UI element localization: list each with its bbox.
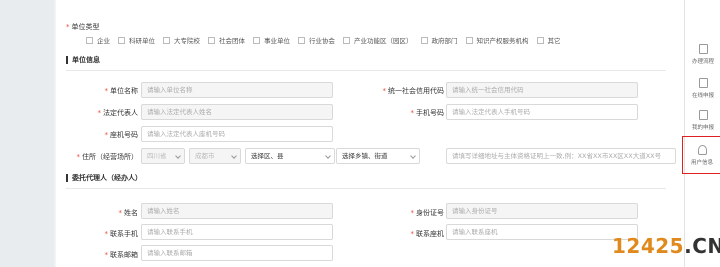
unit-type-option-8[interactable]: 知识产权服务机构: [465, 35, 529, 45]
agent-mobile-label: * 联系手机: [104, 230, 139, 238]
unit-type-option-label: 科研单位: [129, 37, 155, 45]
address-detail-input[interactable]: 请填写详细地址与主体资格证明上一致,例：XX省XX市XX区XX大道XX号: [446, 148, 676, 164]
unit-type-option-label: 社会团体: [219, 37, 245, 45]
sidebar-item-online-apply[interactable]: 在线申报: [685, 72, 720, 104]
sidebar-item-label: 办理流程: [691, 58, 714, 65]
agent-name-input[interactable]: 请输入姓名: [141, 203, 333, 219]
unit-type-label-text: 单位类型: [71, 23, 100, 31]
checkbox[interactable]: [86, 36, 93, 44]
list-icon: [698, 109, 708, 120]
unit-type-option-label: 政府部门: [431, 37, 458, 45]
unit-type-option-0[interactable]: 企业: [86, 35, 110, 45]
section-bar: [66, 56, 68, 64]
sidebar-item-process[interactable]: 办理流程: [685, 38, 720, 70]
sidebar-item-my-apply[interactable]: 我的申报: [685, 104, 720, 136]
unit-name-label: * 单位名称: [104, 87, 139, 95]
town-value: 选择乡镇、街道: [342, 152, 388, 160]
unit-type-option-2[interactable]: 大专院校: [163, 35, 200, 45]
sidebar-item-label: 在线申报: [691, 92, 714, 99]
sidebar-item-user-info[interactable]: 用户信息: [682, 136, 720, 174]
unit-type-option-label: 企业: [97, 37, 110, 45]
left-gutter: [0, 0, 54, 267]
id-number-input[interactable]: 请输入身份证号: [446, 203, 638, 219]
watermark-suffix: .CN: [684, 234, 720, 258]
unit-type-checkbox-group: 企业 科研单位 大专院校 社会团体 事业单位 行业协会 产业功能区（园区） 政府…: [86, 35, 569, 45]
unit-type-option-6[interactable]: 产业功能区（园区）: [343, 35, 413, 45]
province-value: 四川省: [147, 152, 167, 160]
checkbox[interactable]: [118, 36, 125, 44]
chevron-down-icon: [410, 153, 416, 159]
agent-name-label: * 姓名: [118, 209, 139, 217]
section-bar: [66, 174, 68, 182]
unit-name-input[interactable]: 请输入单位名称: [141, 82, 333, 98]
address-label: * 住所（经营场所）: [76, 153, 139, 161]
divider: [66, 70, 666, 71]
user-icon: [697, 144, 707, 155]
agent-email-label: * 联系邮箱: [104, 251, 139, 259]
section-title-text: 委托代理人（经办人）: [72, 174, 142, 182]
required-mark: *: [66, 23, 70, 31]
page: * 单位类型 企业 科研单位 大专院校 社会团体 事业单位 行业协会 产业功能区（…: [0, 0, 720, 267]
right-sidebar: 办理流程 在线申报 我的申报 用户信息: [682, 0, 720, 267]
phone-label: * 手机号码: [410, 109, 445, 117]
unit-info-section-title: 单位信息: [66, 55, 100, 65]
unit-type-option-label: 大专院校: [174, 37, 200, 45]
province-select[interactable]: 四川省: [141, 148, 185, 164]
checkbox[interactable]: [420, 36, 428, 44]
legal-rep-input[interactable]: 请输入法定代表人姓名: [141, 104, 333, 120]
document-icon: [698, 43, 708, 54]
landline-label: * 座机号码: [104, 131, 139, 139]
agent-landline-input[interactable]: 请输入联系座机: [446, 224, 638, 240]
unit-type-option-4[interactable]: 事业单位: [253, 35, 290, 45]
form-icon: [698, 77, 708, 88]
unit-type-option-9[interactable]: 其它: [536, 35, 561, 45]
watermark-main: 12425: [612, 234, 685, 258]
agent-section-title: 委托代理人（经办人）: [66, 173, 142, 183]
section-title-text: 单位信息: [72, 56, 100, 64]
chevron-down-icon: [325, 153, 331, 159]
unit-type-option-3[interactable]: 社会团体: [208, 35, 245, 45]
legal-rep-label: * 法定代表人: [97, 109, 139, 117]
district-value: 选择区、县: [251, 152, 284, 160]
unit-type-option-7[interactable]: 政府部门: [420, 35, 458, 45]
checkbox[interactable]: [536, 36, 544, 44]
checkbox[interactable]: [163, 36, 170, 44]
chevron-down-icon: [175, 153, 181, 159]
agent-landline-label: * 联系座机: [410, 230, 445, 238]
chevron-down-icon: [231, 153, 237, 159]
sidebar-item-label: 用户信息: [690, 159, 713, 166]
agent-mobile-input[interactable]: 请输入联系手机: [141, 224, 333, 240]
watermark-logo: 12425.CN: [612, 234, 720, 258]
landline-input[interactable]: 请输入法定代表人座机号码: [141, 126, 333, 142]
unit-type-option-label: 事业单位: [264, 37, 290, 45]
checkbox[interactable]: [465, 36, 473, 44]
city-select[interactable]: 成都市: [189, 148, 241, 164]
form-card: * 单位类型 企业 科研单位 大专院校 社会团体 事业单位 行业协会 产业功能区（…: [56, 0, 684, 267]
checkbox[interactable]: [298, 36, 305, 44]
unit-type-label: * 单位类型: [66, 22, 100, 32]
credit-code-input[interactable]: 请输入统一社会信用代码: [446, 82, 638, 98]
credit-code-label: * 统一社会信用代码: [382, 87, 445, 95]
divider: [66, 188, 666, 189]
phone-input[interactable]: 请输入法定代表人手机号码: [446, 104, 638, 120]
district-select[interactable]: 选择区、县: [245, 148, 335, 164]
unit-type-option-label: 其它: [547, 37, 561, 45]
unit-type-option-label: 知识产权服务机构: [476, 37, 529, 45]
unit-type-option-label: 行业协会: [309, 37, 335, 45]
unit-type-option-label: 产业功能区（园区）: [354, 37, 413, 45]
town-select[interactable]: 选择乡镇、街道: [336, 148, 420, 164]
unit-type-option-1[interactable]: 科研单位: [118, 35, 155, 45]
checkbox[interactable]: [208, 36, 215, 44]
id-number-label: * 身份证号: [410, 209, 445, 217]
checkbox[interactable]: [253, 36, 260, 44]
checkbox[interactable]: [343, 36, 350, 44]
sidebar-item-label: 我的申报: [691, 124, 714, 131]
unit-type-option-5[interactable]: 行业协会: [298, 35, 335, 45]
agent-email-input[interactable]: 请输入联系邮箱: [141, 245, 333, 261]
city-value: 成都市: [195, 152, 215, 160]
